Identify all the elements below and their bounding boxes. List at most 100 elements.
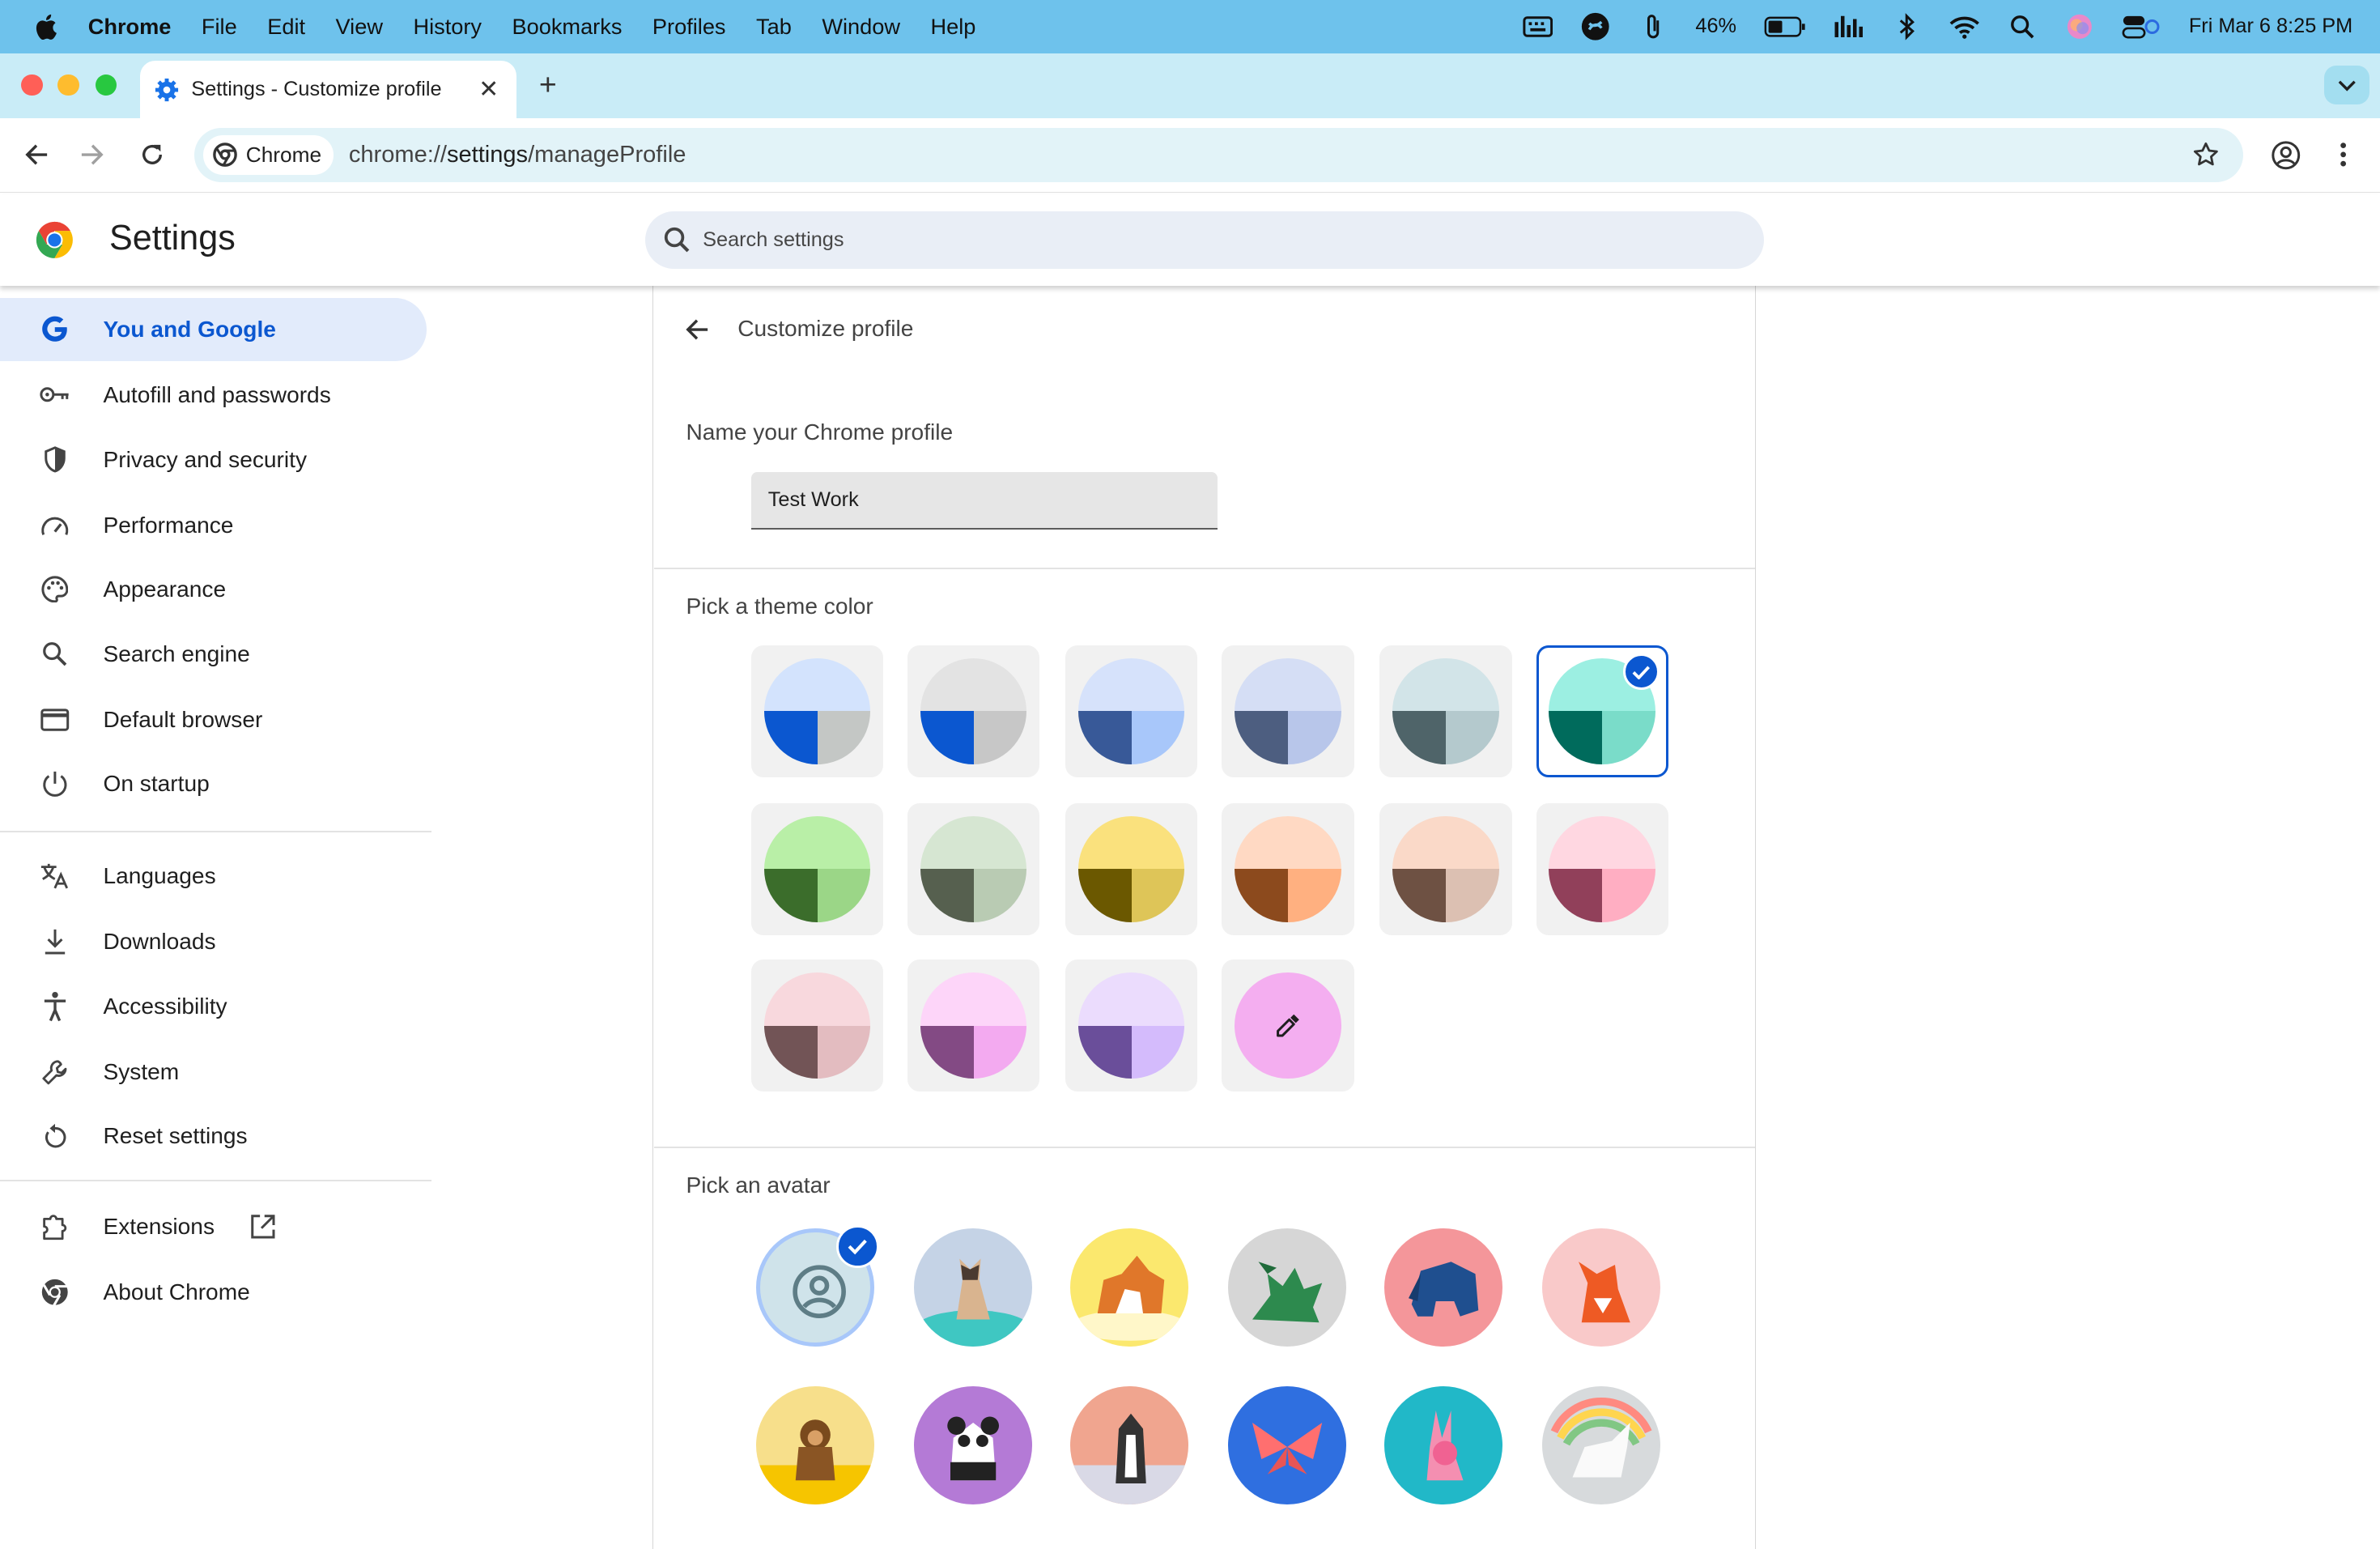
url-path: /manageProfile [528,141,686,168]
theme-color-circle [920,815,1027,923]
paperclip-icon[interactable] [1638,11,1668,42]
sidebar-item-reset[interactable]: Reset settings [0,1104,427,1168]
siri-icon[interactable] [2064,11,2095,42]
theme-swatch[interactable] [751,960,884,1092]
menu-tab[interactable]: Tab [756,14,792,40]
new-tab-button[interactable]: + [531,68,564,101]
sidebar-item-appearance[interactable]: Appearance [0,557,427,621]
bluetooth-icon[interactable] [1891,11,1922,42]
search-settings-box[interactable] [644,211,1764,269]
sidebar-item-downloads[interactable]: Downloads [0,909,427,973]
cat-avatar[interactable] [913,1228,1032,1347]
sidebar-item-autofill[interactable]: Autofill and passwords [0,363,427,427]
sidebar-item-about-chrome[interactable]: About Chrome [0,1260,427,1324]
theme-swatch[interactable] [907,802,1040,935]
settings-title: Settings [109,219,236,257]
menu-bookmarks[interactable]: Bookmarks [512,14,623,40]
unicorn-avatar[interactable] [1542,1385,1661,1505]
corgi-avatar[interactable] [1069,1228,1189,1347]
butterfly-avatar[interactable] [1227,1385,1347,1505]
wifi-icon[interactable] [1949,11,1980,42]
google-g-icon [38,313,71,346]
back-to-you-and-google-button[interactable] [680,313,713,346]
sidebar-item-extensions[interactable]: Extensions [0,1195,427,1259]
sidebar-item-you-and-google[interactable]: You and Google [0,297,427,362]
fox-avatar[interactable] [1542,1228,1661,1347]
theme-swatch[interactable] [1379,802,1512,935]
theme-swatch[interactable] [907,960,1040,1092]
sidebar-item-default-browser[interactable]: Default browser [0,687,427,751]
chrome-menu-button[interactable] [2326,137,2362,173]
url-text[interactable]: chrome://settings/manageProfile [349,142,686,168]
keyboard-viewer-icon[interactable] [1523,11,1553,42]
menu-view[interactable]: View [336,14,383,40]
sidebar-item-on-startup[interactable]: On startup [0,751,427,815]
sidebar-item-label: Languages [103,862,216,888]
theme-color-segment [1392,657,1499,712]
theme-swatch[interactable] [1065,960,1198,1092]
sidebar-item-system[interactable]: System [0,1040,427,1104]
open-in-new-icon [250,1215,274,1239]
control-center-icon[interactable] [2122,11,2161,42]
search-settings-input[interactable] [703,228,1689,252]
theme-color-segment [920,815,1027,870]
theme-color-segment [1131,711,1185,765]
theme-swatch[interactable] [1222,645,1354,777]
tab-settings[interactable]: Settings - Customize profile ✕ [139,61,516,119]
profile-button[interactable] [2267,137,2304,173]
minimize-window-button[interactable] [57,74,79,96]
menu-file[interactable]: File [202,14,237,40]
close-window-button[interactable] [21,74,43,96]
elephant-avatar[interactable] [1384,1228,1503,1347]
theme-color-segment [1445,711,1499,765]
sidebar-item-performance[interactable]: Performance [0,493,427,557]
battery-icon[interactable] [1764,11,1807,42]
rabbit-avatar[interactable] [1384,1385,1503,1505]
accessibility-icon [38,990,71,1023]
monkey-avatar[interactable] [755,1385,874,1505]
sidebar-item-search-engine[interactable]: Search engine [0,623,427,687]
theme-swatch[interactable] [751,645,884,777]
penguin-avatar[interactable] [1069,1385,1189,1505]
theme-swatch[interactable] [1065,645,1198,777]
menubar-clock[interactable]: Fri Mar 6 8:25 PM [2189,15,2352,38]
control-icon[interactable] [1834,11,1864,42]
close-tab-icon[interactable]: ✕ [474,75,504,104]
sidebar-item-languages[interactable]: Languages [0,845,427,909]
menu-edit[interactable]: Edit [267,14,305,40]
tab-search-button[interactable] [2323,65,2369,105]
menu-help[interactable]: Help [930,14,975,40]
theme-color-segment [920,972,1027,1026]
menu-history[interactable]: History [413,14,482,40]
menu-window[interactable]: Window [822,14,900,40]
arrow-right-icon [82,144,104,165]
back-button[interactable] [19,137,55,173]
forward-button[interactable] [74,137,111,173]
address-bar[interactable]: Chrome chrome://settings/manageProfile [194,127,2244,182]
bookmark-star-button[interactable] [2187,137,2224,173]
spotlight-search-icon[interactable] [2007,11,2038,42]
profile-name-input[interactable] [751,472,1218,530]
site-info-chip[interactable]: Chrome [203,134,334,175]
app-status-icon[interactable] [1580,11,1611,42]
dragon-avatar[interactable] [1227,1228,1347,1347]
menu-profiles[interactable]: Profiles [652,14,726,40]
puzzle-icon [38,1210,71,1243]
theme-swatch[interactable] [907,645,1040,777]
theme-swatch[interactable] [1222,802,1354,935]
apple-icon[interactable] [33,13,57,40]
sidebar-item-privacy[interactable]: Privacy and security [0,428,427,492]
sidebar-item-label: Performance [103,512,234,538]
custom-color-swatch[interactable] [1222,960,1354,1092]
theme-swatch[interactable] [1536,645,1668,777]
theme-swatch[interactable] [1536,802,1668,935]
menu-chrome[interactable]: Chrome [88,14,172,40]
theme-swatch[interactable] [1379,645,1512,777]
sidebar-item-accessibility[interactable]: Accessibility [0,975,427,1039]
theme-color-segment [1392,815,1499,870]
theme-swatch[interactable] [1065,802,1198,935]
theme-swatch[interactable] [751,802,884,935]
reload-button[interactable] [134,137,170,173]
theme-color-segment [1392,711,1446,765]
panda-avatar[interactable] [913,1385,1032,1505]
